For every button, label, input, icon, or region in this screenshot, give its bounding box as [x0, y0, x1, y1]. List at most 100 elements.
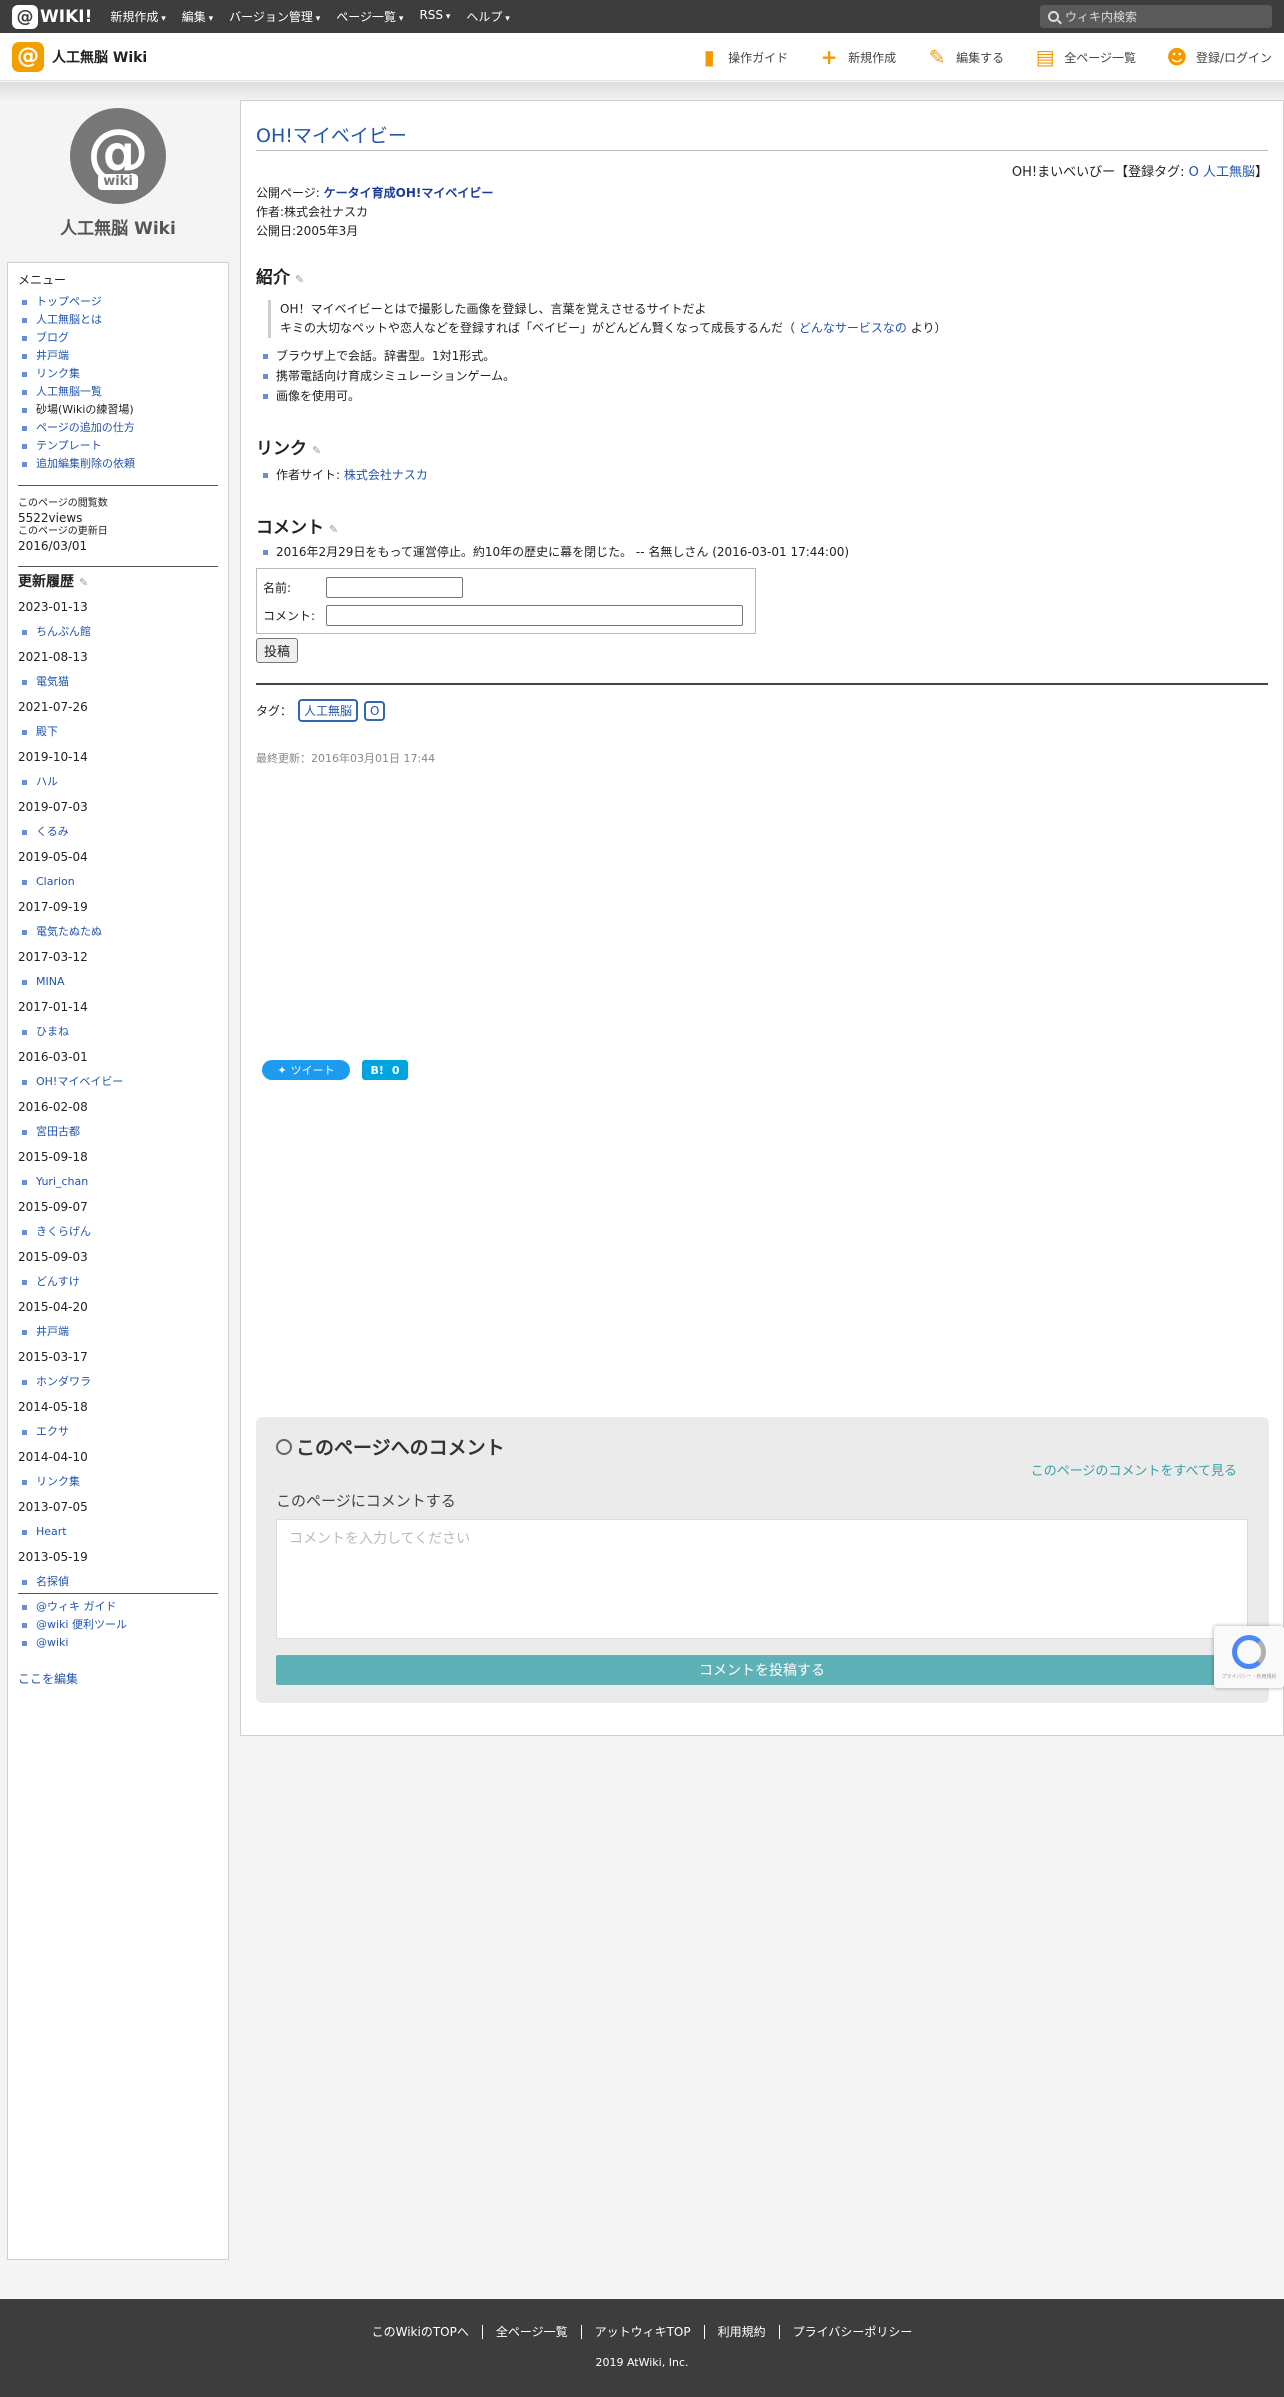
list-item[interactable]: 電気たぬたぬ: [18, 923, 218, 941]
history-page-link[interactable]: エクサ: [36, 1425, 69, 1438]
list-item[interactable]: Yuri_chan: [18, 1173, 218, 1191]
menu-rss[interactable]: RSS: [419, 8, 450, 25]
footer-link-atwiki[interactable]: アットウィキTOP: [580, 2325, 704, 2339]
history-page-link[interactable]: リンク集: [36, 1475, 80, 1488]
tool-label[interactable]: @wiki 便利ツール: [36, 1618, 127, 1631]
history-page-link[interactable]: Clarion: [36, 875, 75, 888]
history-page-link[interactable]: 宮田古都: [36, 1125, 80, 1138]
tool-utils[interactable]: @wiki 便利ツール: [18, 1616, 218, 1634]
history-page-link[interactable]: 電気猫: [36, 675, 69, 688]
list-item[interactable]: ひまね: [18, 1023, 218, 1041]
history-page-link[interactable]: Yuri_chan: [36, 1175, 88, 1188]
history-page-link[interactable]: OH!マイベイビー: [36, 1075, 123, 1088]
list-item[interactable]: 殿下: [18, 723, 218, 741]
sidebar-item-request[interactable]: 追加編集削除の依頼: [18, 455, 218, 473]
sidebar-item-label[interactable]: 井戸端: [36, 349, 69, 362]
list-item[interactable]: 名探偵: [18, 1573, 218, 1591]
new-page-button[interactable]: + 新規作成: [818, 45, 896, 69]
menu-page-list[interactable]: ページ一覧: [336, 8, 403, 25]
list-item[interactable]: ハル: [18, 773, 218, 791]
footer-link-privacy[interactable]: プライバシーポリシー: [778, 2325, 926, 2339]
history-page-link[interactable]: どんすけ: [36, 1275, 80, 1288]
footer-link-terms[interactable]: 利用規約: [703, 2325, 779, 2339]
menu-edit[interactable]: 編集: [182, 8, 213, 25]
edit-sidebar-link[interactable]: ここを編集: [18, 1670, 218, 1687]
menu-help[interactable]: ヘルプ: [466, 8, 509, 25]
history-page-link[interactable]: きくらげん: [36, 1225, 91, 1238]
list-item[interactable]: ホンダワラ: [18, 1373, 218, 1391]
list-item[interactable]: 電気猫: [18, 673, 218, 691]
comment-input[interactable]: [326, 604, 743, 626]
public-page-link[interactable]: ケータイ育成OH!マイベイビー: [324, 186, 494, 200]
tagline-tag-o[interactable]: O: [1189, 165, 1199, 180]
list-item[interactable]: ちんぷん館: [18, 623, 218, 641]
list-item[interactable]: Heart: [18, 1523, 218, 1541]
footer-link-top[interactable]: このWikiのTOPへ: [359, 2325, 482, 2339]
sidebar-item-blog[interactable]: ブログ: [18, 329, 218, 347]
view-all-comments-link[interactable]: このページのコメントをすべて見る: [1031, 1460, 1237, 1479]
history-page-link[interactable]: ひまね: [36, 1025, 69, 1038]
pencil-icon[interactable]: ✎: [79, 576, 90, 589]
tool-guide[interactable]: @ウィキ ガイド: [18, 1598, 218, 1616]
site-logo-icon[interactable]: @: [12, 41, 44, 72]
history-page-link[interactable]: ホンダワラ: [36, 1375, 91, 1388]
menu-version[interactable]: バージョン管理: [229, 8, 320, 25]
login-button[interactable]: ☻ 登録/ログイン: [1166, 45, 1272, 69]
history-page-link[interactable]: 名探偵: [36, 1575, 69, 1588]
list-item[interactable]: くるみ: [18, 823, 218, 841]
name-input[interactable]: [326, 576, 463, 598]
wiki-search-input[interactable]: ウィキ内検索: [1040, 5, 1272, 28]
sidebar-item-howto[interactable]: ページの追加の仕方: [18, 419, 218, 437]
history-page-link[interactable]: MINA: [36, 975, 65, 988]
quote-source-link[interactable]: どんなサービスなの: [799, 321, 907, 335]
edit-button[interactable]: ✎ 編集する: [926, 45, 1004, 69]
list-item[interactable]: エクサ: [18, 1423, 218, 1441]
wiki-avatar-icon[interactable]: @ wiki: [70, 108, 166, 204]
sidebar-item-label[interactable]: 人工無脳とは: [36, 313, 102, 326]
list-item[interactable]: 井戸端: [18, 1323, 218, 1341]
list-item[interactable]: Clarion: [18, 873, 218, 891]
author-site-link[interactable]: 株式会社ナスカ: [344, 468, 428, 482]
footer-link-all-pages[interactable]: 全ページ一覧: [481, 2325, 581, 2339]
list-item[interactable]: OH!マイベイビー: [18, 1073, 218, 1091]
all-pages-button[interactable]: ▤ 全ページ一覧: [1034, 45, 1136, 69]
guide-button[interactable]: ▮ 操作ガイド: [698, 45, 789, 69]
pencil-icon[interactable]: ✎: [312, 444, 323, 457]
post-button[interactable]: 投稿: [256, 638, 299, 663]
list-item[interactable]: 宮田古都: [18, 1123, 218, 1141]
tool-atwiki[interactable]: @wiki: [18, 1634, 218, 1652]
list-item[interactable]: きくらげん: [18, 1223, 218, 1241]
sidebar-item-top[interactable]: トップページ: [18, 293, 218, 311]
sidebar-site-name[interactable]: 人工無脳 Wiki: [0, 214, 236, 239]
sidebar-item-label[interactable]: トップページ: [36, 295, 102, 308]
pencil-icon[interactable]: ✎: [295, 273, 306, 286]
recaptcha-badge[interactable]: プライバシー・利用規約: [1214, 1626, 1284, 1688]
sidebar-item-sandbox[interactable]: 砂場(Wikiの練習場): [18, 401, 218, 419]
history-page-link[interactable]: ちんぷん館: [36, 625, 91, 638]
page-title-link[interactable]: OH!マイベイビー: [256, 125, 407, 147]
tool-label[interactable]: @ウィキ ガイド: [36, 1600, 117, 1613]
sidebar-item-label[interactable]: ブログ: [36, 331, 69, 344]
history-page-link[interactable]: 殿下: [36, 725, 58, 738]
tagline-tag-ai[interactable]: 人工無脳: [1203, 165, 1255, 180]
sidebar-item-template[interactable]: テンプレート: [18, 437, 218, 455]
sidebar-item-label[interactable]: 砂場(Wikiの練習場): [36, 403, 134, 416]
menu-new[interactable]: 新規作成: [110, 8, 165, 25]
sidebar-item-idobata[interactable]: 井戸端: [18, 347, 218, 365]
sidebar-item-label[interactable]: リンク集: [36, 367, 80, 380]
history-page-link[interactable]: くるみ: [36, 825, 69, 838]
list-item[interactable]: リンク集: [18, 1473, 218, 1491]
sidebar-item-label[interactable]: ページの追加の仕方: [36, 421, 135, 434]
tool-label[interactable]: @wiki: [36, 1636, 68, 1649]
page-comment-textarea[interactable]: コメントを入力してください: [276, 1519, 1248, 1639]
tag-o[interactable]: O: [364, 700, 386, 721]
tag-ai[interactable]: 人工無脳: [298, 699, 359, 722]
sidebar-item-about[interactable]: 人工無脳とは: [18, 311, 218, 329]
submit-comment-button[interactable]: コメントを投稿する: [276, 1655, 1248, 1685]
hatena-bookmark-button[interactable]: B! 0: [362, 1060, 408, 1080]
tweet-button[interactable]: ✦ ツイート: [262, 1060, 350, 1080]
list-item[interactable]: どんすけ: [18, 1273, 218, 1291]
history-page-link[interactable]: 井戸端: [36, 1325, 69, 1338]
sidebar-item-label[interactable]: 追加編集削除の依頼: [36, 457, 135, 470]
pencil-icon[interactable]: ✎: [329, 523, 340, 536]
